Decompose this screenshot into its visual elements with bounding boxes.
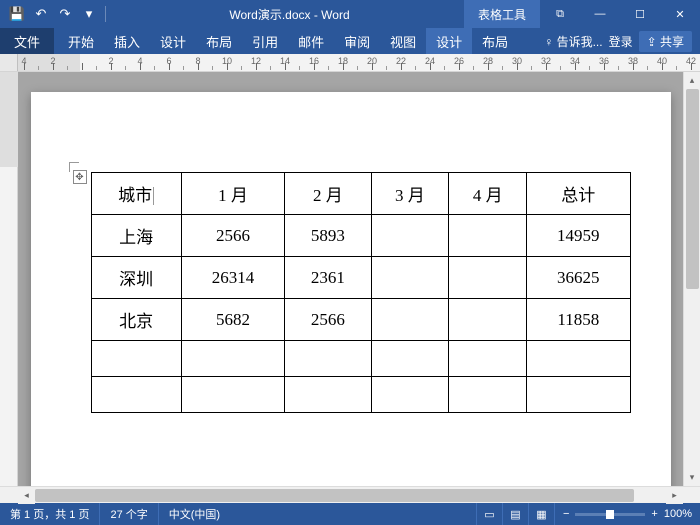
table-cell[interactable]: 14959 <box>527 215 630 257</box>
table-cell[interactable] <box>371 299 449 341</box>
window-controls: ⧉ — ☐ ✕ <box>540 0 700 28</box>
table-cell[interactable]: 11858 <box>527 299 630 341</box>
table-header-cell[interactable]: 4 月 <box>449 173 527 215</box>
table-row[interactable]: 深圳263142361 36625 <box>91 257 630 299</box>
redo-button[interactable]: ↷ <box>54 3 76 25</box>
table-cell[interactable] <box>449 257 527 299</box>
table-cell[interactable]: 北京 <box>91 299 181 341</box>
table-row[interactable]: 上海25665893 14959 <box>91 215 630 257</box>
document-title: Word演示.docx - Word <box>115 6 464 23</box>
view-web-layout-button[interactable]: ▦ <box>528 503 554 525</box>
table-row[interactable]: 北京56822566 11858 <box>91 299 630 341</box>
table-cell[interactable]: 深圳 <box>91 257 181 299</box>
table-tools-context: 表格工具 <box>464 0 540 28</box>
table-row[interactable] <box>91 377 630 413</box>
close-button[interactable]: ✕ <box>660 0 700 28</box>
zoom-in-button[interactable]: + <box>651 508 657 520</box>
page: ✥ 城市1 月2 月3 月4 月总计上海2566589314959深圳26314… <box>31 92 671 486</box>
table-cell[interactable] <box>371 377 449 413</box>
table-cell[interactable] <box>285 377 371 413</box>
table-cell[interactable] <box>449 215 527 257</box>
tab-selector[interactable] <box>0 54 18 72</box>
table-move-handle[interactable]: ✥ <box>73 170 87 184</box>
table-cell[interactable] <box>181 377 284 413</box>
table-header-cell[interactable]: 城市 <box>91 173 181 215</box>
tab-mailings[interactable]: 邮件 <box>288 28 334 54</box>
scroll-up-button[interactable]: ▴ <box>684 72 700 89</box>
table-header-cell[interactable]: 2 月 <box>285 173 371 215</box>
ribbon-display-button[interactable]: ⧉ <box>540 0 580 28</box>
table-cell[interactable]: 2361 <box>285 257 371 299</box>
status-language[interactable]: 中文(中国) <box>159 503 230 525</box>
qat-customize-button[interactable]: ▾ <box>78 3 100 25</box>
title-bar: 💾 ↶ ↷ ▾ Word演示.docx - Word 表格工具 ⧉ — ☐ ✕ <box>0 0 700 28</box>
maximize-button[interactable]: ☐ <box>620 0 660 28</box>
tab-design[interactable]: 设计 <box>150 28 196 54</box>
table-cell[interactable] <box>527 377 630 413</box>
table-header-cell[interactable]: 总计 <box>527 173 630 215</box>
ribbon-tabs: 文件 开始 插入 设计 布局 引用 邮件 审阅 视图 设计 布局 ♀ 告诉我..… <box>0 28 700 54</box>
horizontal-scrollbar[interactable]: ◂ ▸ <box>0 486 700 503</box>
minimize-button[interactable]: — <box>580 0 620 28</box>
table-cell[interactable]: 上海 <box>91 215 181 257</box>
table-row[interactable] <box>91 341 630 377</box>
table-cell[interactable] <box>449 341 527 377</box>
table-cell[interactable] <box>371 341 449 377</box>
view-print-layout-button[interactable]: ▤ <box>502 503 528 525</box>
table-cell[interactable] <box>449 377 527 413</box>
tell-me-button[interactable]: ♀ 告诉我... <box>544 33 602 50</box>
table-header-cell[interactable]: 1 月 <box>181 173 284 215</box>
vertical-ruler[interactable] <box>0 72 18 486</box>
scroll-thumb-vertical[interactable] <box>686 89 699 289</box>
tab-table-design[interactable]: 设计 <box>426 28 472 54</box>
horizontal-ruler[interactable]: 4224681012141618202224262830323436384042 <box>0 54 700 72</box>
signin-button[interactable]: 登录 <box>609 33 633 50</box>
tab-file[interactable]: 文件 <box>0 28 54 54</box>
data-table[interactable]: 城市1 月2 月3 月4 月总计上海2566589314959深圳2631423… <box>91 172 631 413</box>
tab-review[interactable]: 审阅 <box>334 28 380 54</box>
tab-view[interactable]: 视图 <box>380 28 426 54</box>
table-cell[interactable] <box>181 341 284 377</box>
scroll-down-button[interactable]: ▾ <box>684 469 700 486</box>
table-cell[interactable]: 36625 <box>527 257 630 299</box>
table-cell[interactable]: 2566 <box>181 215 284 257</box>
vertical-scrollbar[interactable]: ▴ ▾ <box>683 72 700 486</box>
tab-table-layout[interactable]: 布局 <box>472 28 518 54</box>
status-page[interactable]: 第 1 页，共 1 页 <box>0 503 100 525</box>
separator <box>105 6 106 22</box>
tab-layout[interactable]: 布局 <box>196 28 242 54</box>
table-cell[interactable]: 5893 <box>285 215 371 257</box>
table-cell[interactable]: 2566 <box>285 299 371 341</box>
tab-insert[interactable]: 插入 <box>104 28 150 54</box>
share-button[interactable]: ⇪ 共享 <box>639 31 692 52</box>
table-header-cell[interactable]: 3 月 <box>371 173 449 215</box>
status-word-count[interactable]: 27 个字 <box>100 503 158 525</box>
undo-button[interactable]: ↶ <box>30 3 52 25</box>
table-cell[interactable] <box>371 215 449 257</box>
tab-references[interactable]: 引用 <box>242 28 288 54</box>
tab-home[interactable]: 开始 <box>58 28 104 54</box>
zoom-slider[interactable] <box>575 513 645 516</box>
table-cell[interactable] <box>449 299 527 341</box>
table-cell[interactable] <box>91 377 181 413</box>
table-cell[interactable] <box>527 341 630 377</box>
status-bar: 第 1 页，共 1 页 27 个字 中文(中国) ▭ ▤ ▦ − + 100% <box>0 503 700 525</box>
table-cell[interactable] <box>91 341 181 377</box>
view-read-mode-button[interactable]: ▭ <box>476 503 502 525</box>
document-viewport[interactable]: ✥ 城市1 月2 月3 月4 月总计上海2566589314959深圳26314… <box>18 72 683 486</box>
quick-access-toolbar: 💾 ↶ ↷ ▾ <box>0 3 115 25</box>
scroll-right-button[interactable]: ▸ <box>666 487 683 504</box>
table-cell[interactable] <box>371 257 449 299</box>
zoom-out-button[interactable]: − <box>563 508 569 520</box>
zoom-level[interactable]: 100% <box>664 508 692 520</box>
table-cell[interactable]: 5682 <box>181 299 284 341</box>
table-cell[interactable]: 26314 <box>181 257 284 299</box>
zoom-slider-knob[interactable] <box>606 510 614 519</box>
scroll-left-button[interactable]: ◂ <box>18 487 35 504</box>
table-cell[interactable] <box>285 341 371 377</box>
save-button[interactable]: 💾 <box>6 3 28 25</box>
